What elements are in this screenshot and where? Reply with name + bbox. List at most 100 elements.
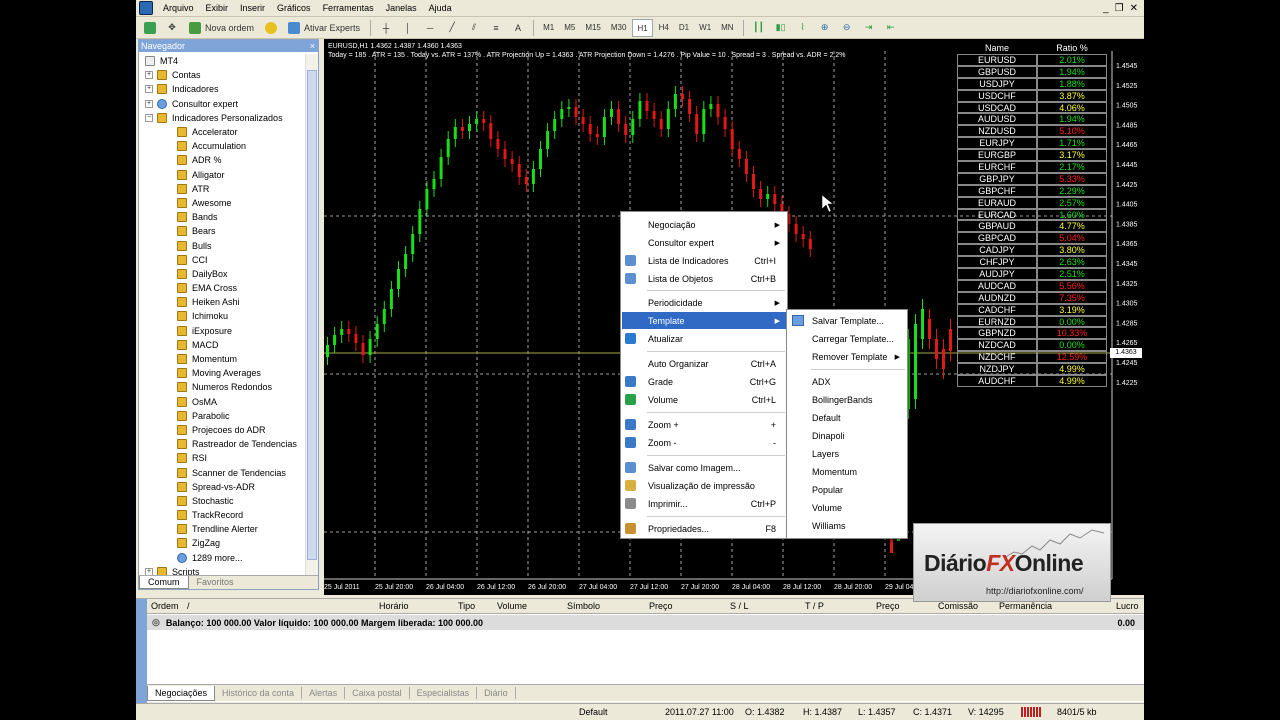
tree-item-indicator[interactable]: Heiken Ashi — [139, 295, 305, 309]
timeframe-m15[interactable]: M15 — [581, 19, 605, 37]
scrollbar-thumb[interactable] — [307, 70, 317, 560]
menu-arquivo[interactable]: Arquivo — [157, 0, 200, 17]
close-icon[interactable]: × — [310, 41, 318, 51]
template-item[interactable]: Volume — [788, 499, 906, 516]
col-permanencia[interactable]: Permanência — [999, 601, 1052, 611]
context-item[interactable]: Visualização de impressão — [622, 477, 786, 494]
toggle-experts-button[interactable]: Ativar Experts — [283, 19, 365, 37]
tree-item-indicator[interactable]: CCI — [139, 253, 305, 267]
template-item[interactable]: Popular — [788, 481, 906, 498]
tree-item-indicator[interactable]: Bands — [139, 210, 305, 224]
col-volume[interactable]: Volume — [497, 601, 527, 611]
context-item[interactable]: Negociação ▶ — [622, 216, 786, 233]
col-sl[interactable]: S / L — [730, 601, 749, 611]
tree-item-indicator[interactable]: TrackRecord — [139, 508, 305, 522]
new-chart-button[interactable] — [140, 19, 160, 37]
zoom-in-button[interactable]: ⊕ — [815, 19, 835, 37]
template-item[interactable]: Default — [788, 409, 906, 426]
expand-icon[interactable]: + — [145, 85, 153, 94]
zoom-out-button[interactable]: ⊖ — [837, 19, 857, 37]
expand-icon[interactable]: + — [145, 71, 153, 80]
template-item[interactable]: BollingerBands — [788, 391, 906, 408]
expand-icon[interactable]: + — [145, 99, 153, 108]
template-item[interactable]: Remover Template ▶ — [788, 348, 906, 365]
timeframe-m30[interactable]: M30 — [607, 19, 631, 37]
context-item[interactable]: Periodicidade ▶ — [622, 294, 786, 311]
tree-item-indicator[interactable]: Scanner de Tendencias — [139, 465, 305, 479]
metaeditor-button[interactable] — [261, 19, 281, 37]
col-comissao[interactable]: Comissão — [938, 601, 978, 611]
tree-item-indicator[interactable]: Alligator — [139, 168, 305, 182]
context-item[interactable]: Atualizar — [622, 330, 786, 347]
tree-item-indicator[interactable]: Moving Averages — [139, 366, 305, 380]
candle-chart-button[interactable]: ▮▯ — [771, 19, 791, 37]
tree-item-indicator[interactable]: EMA Cross — [139, 281, 305, 295]
context-item[interactable]: Template ▶ — [622, 312, 786, 329]
cursor-button[interactable]: ┼ — [376, 19, 396, 37]
tree-group-indicadores[interactable]: + Indicadores — [139, 82, 305, 96]
tree-item-indicator[interactable]: iExposure — [139, 324, 305, 338]
menu-exibir[interactable]: Exibir — [200, 0, 235, 17]
menu-graficos[interactable]: Gráficos — [271, 0, 317, 17]
new-order-button[interactable]: Nova ordem — [184, 19, 259, 37]
timeframe-m5[interactable]: M5 — [560, 19, 579, 37]
context-item[interactable]: Lista de Indicadores Ctrl+I — [622, 252, 786, 269]
tree-item-indicator[interactable]: DailyBox — [139, 267, 305, 281]
template-item[interactable]: Layers — [788, 445, 906, 462]
tree-more[interactable]: 1289 more... — [139, 551, 305, 565]
menu-janelas[interactable]: Janelas — [380, 0, 423, 17]
status-profile[interactable]: Default — [579, 707, 608, 717]
tree-item-indicator[interactable]: Accumulation — [139, 139, 305, 153]
text-button[interactable]: A — [508, 19, 528, 37]
tab-caixa-postal[interactable]: Caixa postal — [345, 687, 410, 699]
tree-item-indicator[interactable]: ADR % — [139, 153, 305, 167]
timeframe-m1[interactable]: M1 — [539, 19, 558, 37]
tree-item-indicator[interactable]: Awesome — [139, 196, 305, 210]
tree-item-indicator[interactable]: Spread-vs-ADR — [139, 480, 305, 494]
tab-negociacoes[interactable]: Negociações — [147, 685, 216, 701]
channel-button[interactable]: ⫽ — [464, 19, 484, 37]
tab-historico[interactable]: Histórico da conta — [215, 687, 303, 699]
trendline-button[interactable]: ╱ — [442, 19, 462, 37]
tree-group-experts[interactable]: + Consultor expert — [139, 97, 305, 111]
timeframe-d1[interactable]: D1 — [675, 19, 693, 37]
close-icon[interactable]: ✕ — [1130, 3, 1138, 14]
tree-item-indicator[interactable]: Numeros Redondos — [139, 380, 305, 394]
col-horario[interactable]: Horário — [379, 601, 409, 611]
tree-item-indicator[interactable]: OsMA — [139, 395, 305, 409]
tab-diario[interactable]: Diário — [477, 687, 516, 699]
tree-item-indicator[interactable]: Projecoes do ADR — [139, 423, 305, 437]
col-simbolo[interactable]: Símbolo — [567, 601, 600, 611]
tree-item-indicator[interactable]: RSI — [139, 451, 305, 465]
timeframe-h4[interactable]: H4 — [655, 19, 673, 37]
tree-item-indicator[interactable]: Accelerator — [139, 125, 305, 139]
timeframe-w1[interactable]: W1 — [695, 19, 715, 37]
tree-item-indicator[interactable]: ATR — [139, 182, 305, 196]
context-item[interactable]: Auto Organizar Ctrl+A — [622, 355, 786, 372]
tab-favoritos[interactable]: Favoritos — [189, 576, 242, 589]
context-item[interactable]: Zoom + + — [622, 416, 786, 433]
tree-group-custom[interactable]: − Indicadores Personalizados — [139, 111, 305, 125]
menu-ajuda[interactable]: Ajuda — [423, 0, 458, 17]
col-tp[interactable]: T / P — [805, 601, 824, 611]
bar-chart-button[interactable]: ┃┃ — [749, 19, 769, 37]
template-item[interactable]: Dinapoli — [788, 427, 906, 444]
template-item[interactable]: ADX — [788, 373, 906, 390]
context-item[interactable]: Consultor expert ▶ — [622, 234, 786, 251]
menu-ferramentas[interactable]: Ferramentas — [317, 0, 380, 17]
tree-group-contas[interactable]: + Contas — [139, 68, 305, 82]
menu-inserir[interactable]: Inserir — [234, 0, 271, 17]
tree-root[interactable]: MT4 — [139, 54, 305, 68]
profiles-button[interactable]: ✥ — [162, 19, 182, 37]
chart-shift-button[interactable]: ⇤ — [881, 19, 901, 37]
tree-item-indicator[interactable]: Parabolic — [139, 409, 305, 423]
timeframe-h1[interactable]: H1 — [632, 18, 653, 37]
restore-icon[interactable]: ❐ — [1115, 3, 1124, 14]
tree-item-indicator[interactable]: ZigZag — [139, 536, 305, 550]
tab-especialistas[interactable]: Especialistas — [410, 687, 478, 699]
line-chart-button[interactable]: ⌇ — [793, 19, 813, 37]
context-item[interactable]: Grade Ctrl+G — [622, 373, 786, 390]
template-item[interactable]: Williams — [788, 517, 906, 534]
col-ordem[interactable]: Ordem — [151, 601, 179, 611]
context-item[interactable]: Salvar como Imagem... — [622, 459, 786, 476]
